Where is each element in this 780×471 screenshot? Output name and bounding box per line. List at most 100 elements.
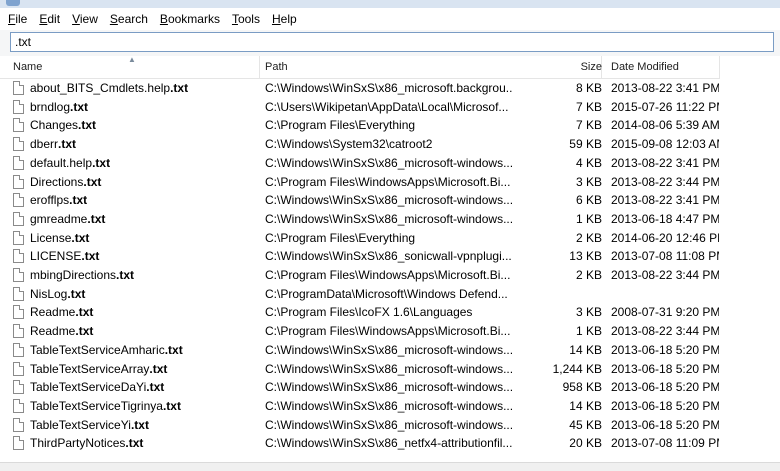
table-row[interactable]: ThirdPartyNotices.txt C:\Windows\WinSxS\x… [0,434,780,452]
file-size: 1,244 KB [552,361,602,376]
menu-bookmarks[interactable]: Bookmarks [154,8,226,30]
text-file-icon [13,398,24,413]
file-date-modified: 2013-06-18 5:20 PM [611,361,719,376]
file-size: 4 KB [575,155,602,170]
file-path: C:\Windows\System32\catroot2 [265,137,433,152]
file-name: erofflps.txt [30,193,88,208]
file-path: C:\Program Files\IcoFX 1.6\Languages [265,305,473,320]
file-path: C:\Windows\WinSxS\x86_microsoft-windows.… [265,361,513,376]
text-file-icon [13,249,24,264]
file-name: LICENSE.txt [30,249,100,264]
file-path: C:\Program Files\WindowsApps\Microsoft.B… [265,324,511,339]
file-size: 13 KB [569,249,602,264]
file-path: C:\Windows\WinSxS\x86_microsoft-windows.… [265,193,513,208]
file-name: Readme.txt [30,324,94,339]
file-date-modified: 2013-08-22 3:44 PM [611,268,719,282]
title-bar [0,0,780,8]
file-date-modified: 2015-07-26 11:22 PM [611,99,719,114]
file-date-modified: 2013-08-22 3:41 PM [611,81,719,95]
file-date-modified: 2013-07-08 11:09 PM [611,436,719,451]
text-file-icon [13,342,24,357]
table-row[interactable]: gmreadme.txt C:\Windows\WinSxS\x86_micros… [0,210,780,228]
menu-tools[interactable]: Tools [226,8,266,30]
text-file-icon [13,118,24,133]
file-size: 14 KB [569,398,602,413]
file-size: 958 KB [562,380,602,395]
table-row[interactable]: TableTextServiceYi.txt C:\Windows\WinSxS\… [0,416,780,434]
menu-help[interactable]: Help [266,8,303,30]
file-name: Directions.txt [30,174,102,189]
table-row[interactable]: erofflps.txt C:\Windows\WinSxS\x86_micros… [0,191,780,209]
file-path: C:\Program Files\Everything [265,118,416,133]
file-size: 14 KB [569,342,602,357]
file-path: C:\Windows\WinSxS\x86_microsoft-windows.… [265,342,513,357]
column-header-size[interactable]: Size [520,56,602,78]
file-path: C:\Windows\WinSxS\x86_sonicwall-vpnplugi… [265,249,512,264]
text-file-icon [13,286,24,301]
file-size: 3 KB [575,174,602,189]
file-date-modified: 2013-06-18 5:20 PM [611,398,719,413]
file-path: C:\Program Files\WindowsApps\Microsoft.B… [265,268,511,282]
table-row[interactable]: Readme.txt C:\Program Files\WindowsApps\M… [0,322,780,340]
file-date-modified: 2013-08-22 3:41 PM [611,155,719,170]
text-file-icon [13,324,24,339]
text-file-icon [13,417,24,432]
file-size: 2 KB [575,268,602,282]
text-file-icon [13,305,24,320]
file-date-modified: 2013-06-18 4:47 PM [611,211,719,226]
file-size: 20 KB [569,436,602,451]
table-row[interactable]: Changes.txt C:\Program Files\Everything 7 … [0,116,780,134]
table-row[interactable]: Directions.txt C:\Program Files\WindowsAp… [0,173,780,191]
file-size: 6 KB [575,193,602,208]
table-row[interactable]: about_BITS_Cmdlets.help.txt C:\Windows\Wi… [0,79,780,97]
file-date-modified: 2013-06-18 5:20 PM [611,417,719,432]
empty-right-pane [720,56,780,462]
file-name: Readme.txt [30,305,94,320]
file-date-modified: 2014-08-06 5:39 AM [611,118,719,133]
menu-edit[interactable]: Edit [33,8,66,30]
file-date-modified: 2013-06-18 5:20 PM [611,380,719,395]
table-row[interactable]: TableTextServiceTigrinya.txt C:\Windows\W… [0,397,780,415]
file-name: TableTextServiceAmharic.txt [30,342,183,357]
file-date-modified: 2015-09-08 12:03 AM [611,137,719,152]
file-path: C:\Program Files\Everything [265,230,416,245]
table-row[interactable]: LICENSE.txt C:\Windows\WinSxS\x86_sonicwa… [0,247,780,265]
column-header-row: Name ▲ Path Size Date Modified [0,56,780,79]
table-row[interactable]: default.help.txt C:\Windows\WinSxS\x86_mi… [0,154,780,172]
menu-view[interactable]: View [66,8,104,30]
file-date-modified: 2013-08-22 3:44 PM [611,174,719,189]
table-row[interactable]: Readme.txt C:\Program Files\IcoFX 1.6\Lan… [0,303,780,321]
table-row[interactable]: TableTextServiceAmharic.txt C:\Windows\Wi… [0,341,780,359]
file-name: brndlog.txt [30,99,89,114]
menu-search[interactable]: Search [104,8,154,30]
file-size: 45 KB [569,417,602,432]
table-row[interactable]: brndlog.txt C:\Users\Wikipetan\AppData\Lo… [0,98,780,116]
results-list: Name ▲ Path Size Date Modified about_BIT… [0,56,780,462]
table-row[interactable]: dberr.txt C:\Windows\System32\catroot2 59 … [0,135,780,153]
text-file-icon [13,174,24,189]
file-size: 7 KB [575,99,602,114]
file-date-modified: 2008-07-31 9:20 PM [611,305,719,320]
text-file-icon [13,99,24,114]
file-path: C:\Windows\WinSxS\x86_microsoft-windows.… [265,211,513,226]
file-size: 2 KB [575,230,602,245]
text-file-icon [13,380,24,395]
column-header-date-modified[interactable]: Date Modified [602,56,720,78]
search-input[interactable] [10,32,774,52]
menu-file[interactable]: File [0,8,33,30]
table-row[interactable]: NisLog.txt C:\ProgramData\Microsoft\Windo… [0,285,780,303]
file-size [520,285,602,303]
table-row[interactable]: TableTextServiceArray.txt C:\Windows\WinS… [0,360,780,378]
file-path: C:\Windows\WinSxS\x86_microsoft.backgrou… [265,81,513,95]
table-row[interactable]: TableTextServiceDaYi.txt C:\Windows\WinSx… [0,378,780,396]
text-file-icon [13,193,24,208]
text-file-icon [13,436,24,451]
file-path: C:\Windows\WinSxS\x86_microsoft-windows.… [265,155,513,170]
file-date-modified: 2013-08-22 3:44 PM [611,324,719,339]
file-name: ThirdPartyNotices.txt [30,436,144,451]
file-date-modified: 2013-08-22 3:41 PM [611,193,719,208]
table-row[interactable]: mbingDirections.txt C:\Program Files\Wind… [0,266,780,284]
table-row[interactable]: License.txt C:\Program Files\Everything 2 … [0,229,780,247]
sort-ascending-icon: ▲ [128,55,136,64]
file-date-modified: 2014-06-20 12:46 PM [611,230,719,245]
